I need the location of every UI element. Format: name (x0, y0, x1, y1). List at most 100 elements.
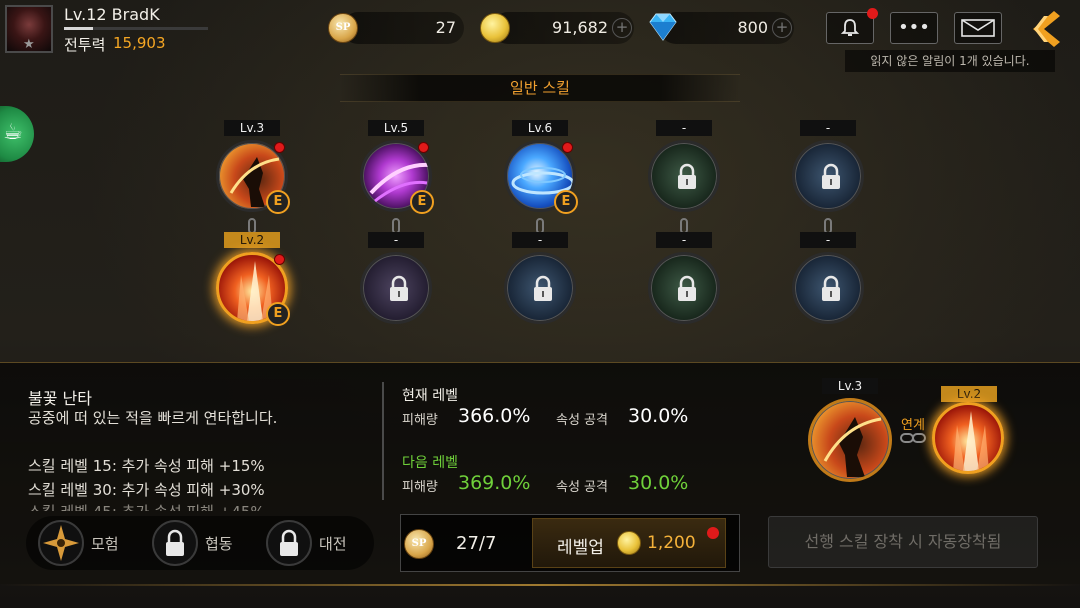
gold-value: 91,682 (552, 18, 608, 37)
equipped-badge: E (266, 302, 290, 326)
lock-icon (390, 275, 408, 301)
skill-slot-r1-1[interactable]: Lv.3 E (214, 120, 290, 214)
skill-level-tag: - (512, 232, 568, 248)
skill-slot-r1-3[interactable]: Lv.6 E (502, 120, 578, 214)
skill-slot-r2-1[interactable]: Lv.2 E (214, 232, 290, 326)
sp-count: 27/7 (456, 533, 497, 554)
next-element-value: 30.0% (628, 472, 689, 494)
sp-coin-icon: SP (328, 13, 358, 43)
skill-slot-r2-5[interactable]: - (790, 232, 866, 326)
sp-value: 27 (435, 18, 456, 37)
alert-dot (707, 527, 719, 539)
skill-level-tag: - (800, 120, 856, 136)
skill-level-tag: - (800, 232, 856, 248)
locked-skill-orb (504, 252, 576, 324)
lock-icon (678, 163, 696, 189)
lock-icon (534, 275, 552, 301)
skill-slot-r2-4[interactable]: - (646, 232, 722, 326)
skill-level-tag: Lv.6 (512, 120, 568, 136)
fire-warrior-skill-icon (808, 398, 892, 482)
link-label: 연계 (901, 418, 925, 433)
player-level-name: Lv.12 BradK (64, 5, 160, 24)
skill-level-tag: Lv.3 (822, 378, 878, 394)
locked-skill-orb (648, 252, 720, 324)
mode-coop-label: 협동 (205, 535, 233, 553)
skill-slot-r1-5[interactable]: - (790, 120, 866, 214)
auto-equip-button[interactable]: 선행 스킬 장착 시 자동장착됨 (768, 516, 1038, 568)
lock-icon (166, 529, 184, 556)
skill-bonus-line: 스킬 레벨 30: 추가 속성 피해 +30% (28, 481, 265, 499)
skill-level-tag: Lv.3 (224, 120, 280, 136)
lock-icon (822, 163, 840, 189)
element-label: 속성 공격 (556, 413, 608, 428)
page-title: 일반 스킬 (340, 74, 740, 102)
damage-label: 피해량 (402, 413, 438, 428)
gold-coin-icon (617, 531, 641, 555)
level-up-label: 레벨업 (557, 538, 604, 558)
skill-level-tag: Lv.2 (941, 386, 997, 402)
mode-adventure-label: 모험 (91, 535, 119, 553)
current-level-heading: 현재 레벨 (402, 388, 458, 404)
mode-coop-button[interactable] (152, 520, 198, 566)
exp-fill (64, 27, 93, 30)
locked-skill-orb (792, 140, 864, 212)
lock-icon (822, 275, 840, 301)
skill-level-tag: - (368, 232, 424, 248)
back-arrow-icon[interactable] (1024, 8, 1066, 50)
skill-slot-r2-2[interactable]: - (358, 232, 434, 326)
element-label: 속성 공격 (556, 480, 608, 495)
gold-coin-icon (480, 13, 510, 43)
equipped-badge: E (266, 190, 290, 214)
fire-spike-skill-icon (932, 402, 1004, 474)
level-up-cost: 1,200 (647, 533, 696, 553)
skill-level-tag: Lv.5 (368, 120, 424, 136)
gem-value: 800 (737, 18, 768, 37)
diamond-icon (649, 13, 677, 41)
exp-bar (64, 27, 208, 30)
sp-coin-icon: SP (404, 529, 434, 559)
alert-dot (562, 142, 573, 153)
mail-button[interactable] (954, 12, 1002, 44)
skill-level-tag: Lv.2 (224, 232, 280, 248)
mode-adventure-button[interactable] (38, 520, 84, 566)
more-button[interactable]: ••• (890, 12, 938, 44)
notification-button[interactable] (826, 8, 878, 44)
mode-pvp-button[interactable] (266, 520, 312, 566)
power-value: 15,903 (113, 34, 166, 52)
skill-level-tag: - (656, 232, 712, 248)
bell-icon (840, 19, 860, 36)
mode-pvp-label: 대전 (319, 535, 347, 553)
linked-to-skill[interactable]: Lv.2 (930, 386, 1008, 478)
skill-slot-r2-3[interactable]: - (502, 232, 578, 326)
avatar[interactable]: ★ (5, 5, 53, 53)
chain-icon (900, 433, 926, 443)
skill-bonus-line: 스킬 레벨 45: 추가 속성 피해 +45% (28, 501, 265, 511)
compass-icon (43, 525, 79, 561)
lock-icon (678, 275, 696, 301)
add-gem-button[interactable]: + (772, 18, 792, 38)
skill-slot-r1-2[interactable]: Lv.5 E (358, 120, 434, 214)
skill-slot-r1-4[interactable]: - (646, 120, 722, 214)
alert-dot (274, 142, 285, 153)
next-level-heading: 다음 레벨 (402, 455, 458, 471)
lock-icon (280, 529, 298, 556)
skill-level-tag: - (656, 120, 712, 136)
notification-dot (867, 8, 878, 19)
skill-name: 불꽃 난타 (28, 389, 92, 408)
notification-notice: 읽지 않은 알림이 1개 있습니다. (845, 50, 1055, 72)
skill-description: 공중에 떠 있는 적을 빠르게 연타합니다. (28, 409, 278, 427)
current-element-value: 30.0% (628, 405, 689, 427)
level-up-button[interactable]: 레벨업 1,200 (532, 518, 726, 568)
locked-skill-orb (792, 252, 864, 324)
alert-dot (274, 254, 285, 265)
skill-bonus-line: 스킬 레벨 15: 추가 속성 피해 +15% (28, 457, 265, 475)
equipped-badge: E (554, 190, 578, 214)
add-gold-button[interactable]: + (612, 18, 632, 38)
equipped-badge: E (410, 190, 434, 214)
power-label: 전투력 (64, 36, 106, 54)
next-damage-value: 369.0% (458, 472, 531, 494)
panel-edge-divider (0, 584, 1080, 586)
linked-from-skill[interactable]: Lv.3 (806, 378, 892, 482)
locked-skill-orb (360, 252, 432, 324)
alert-dot (418, 142, 429, 153)
